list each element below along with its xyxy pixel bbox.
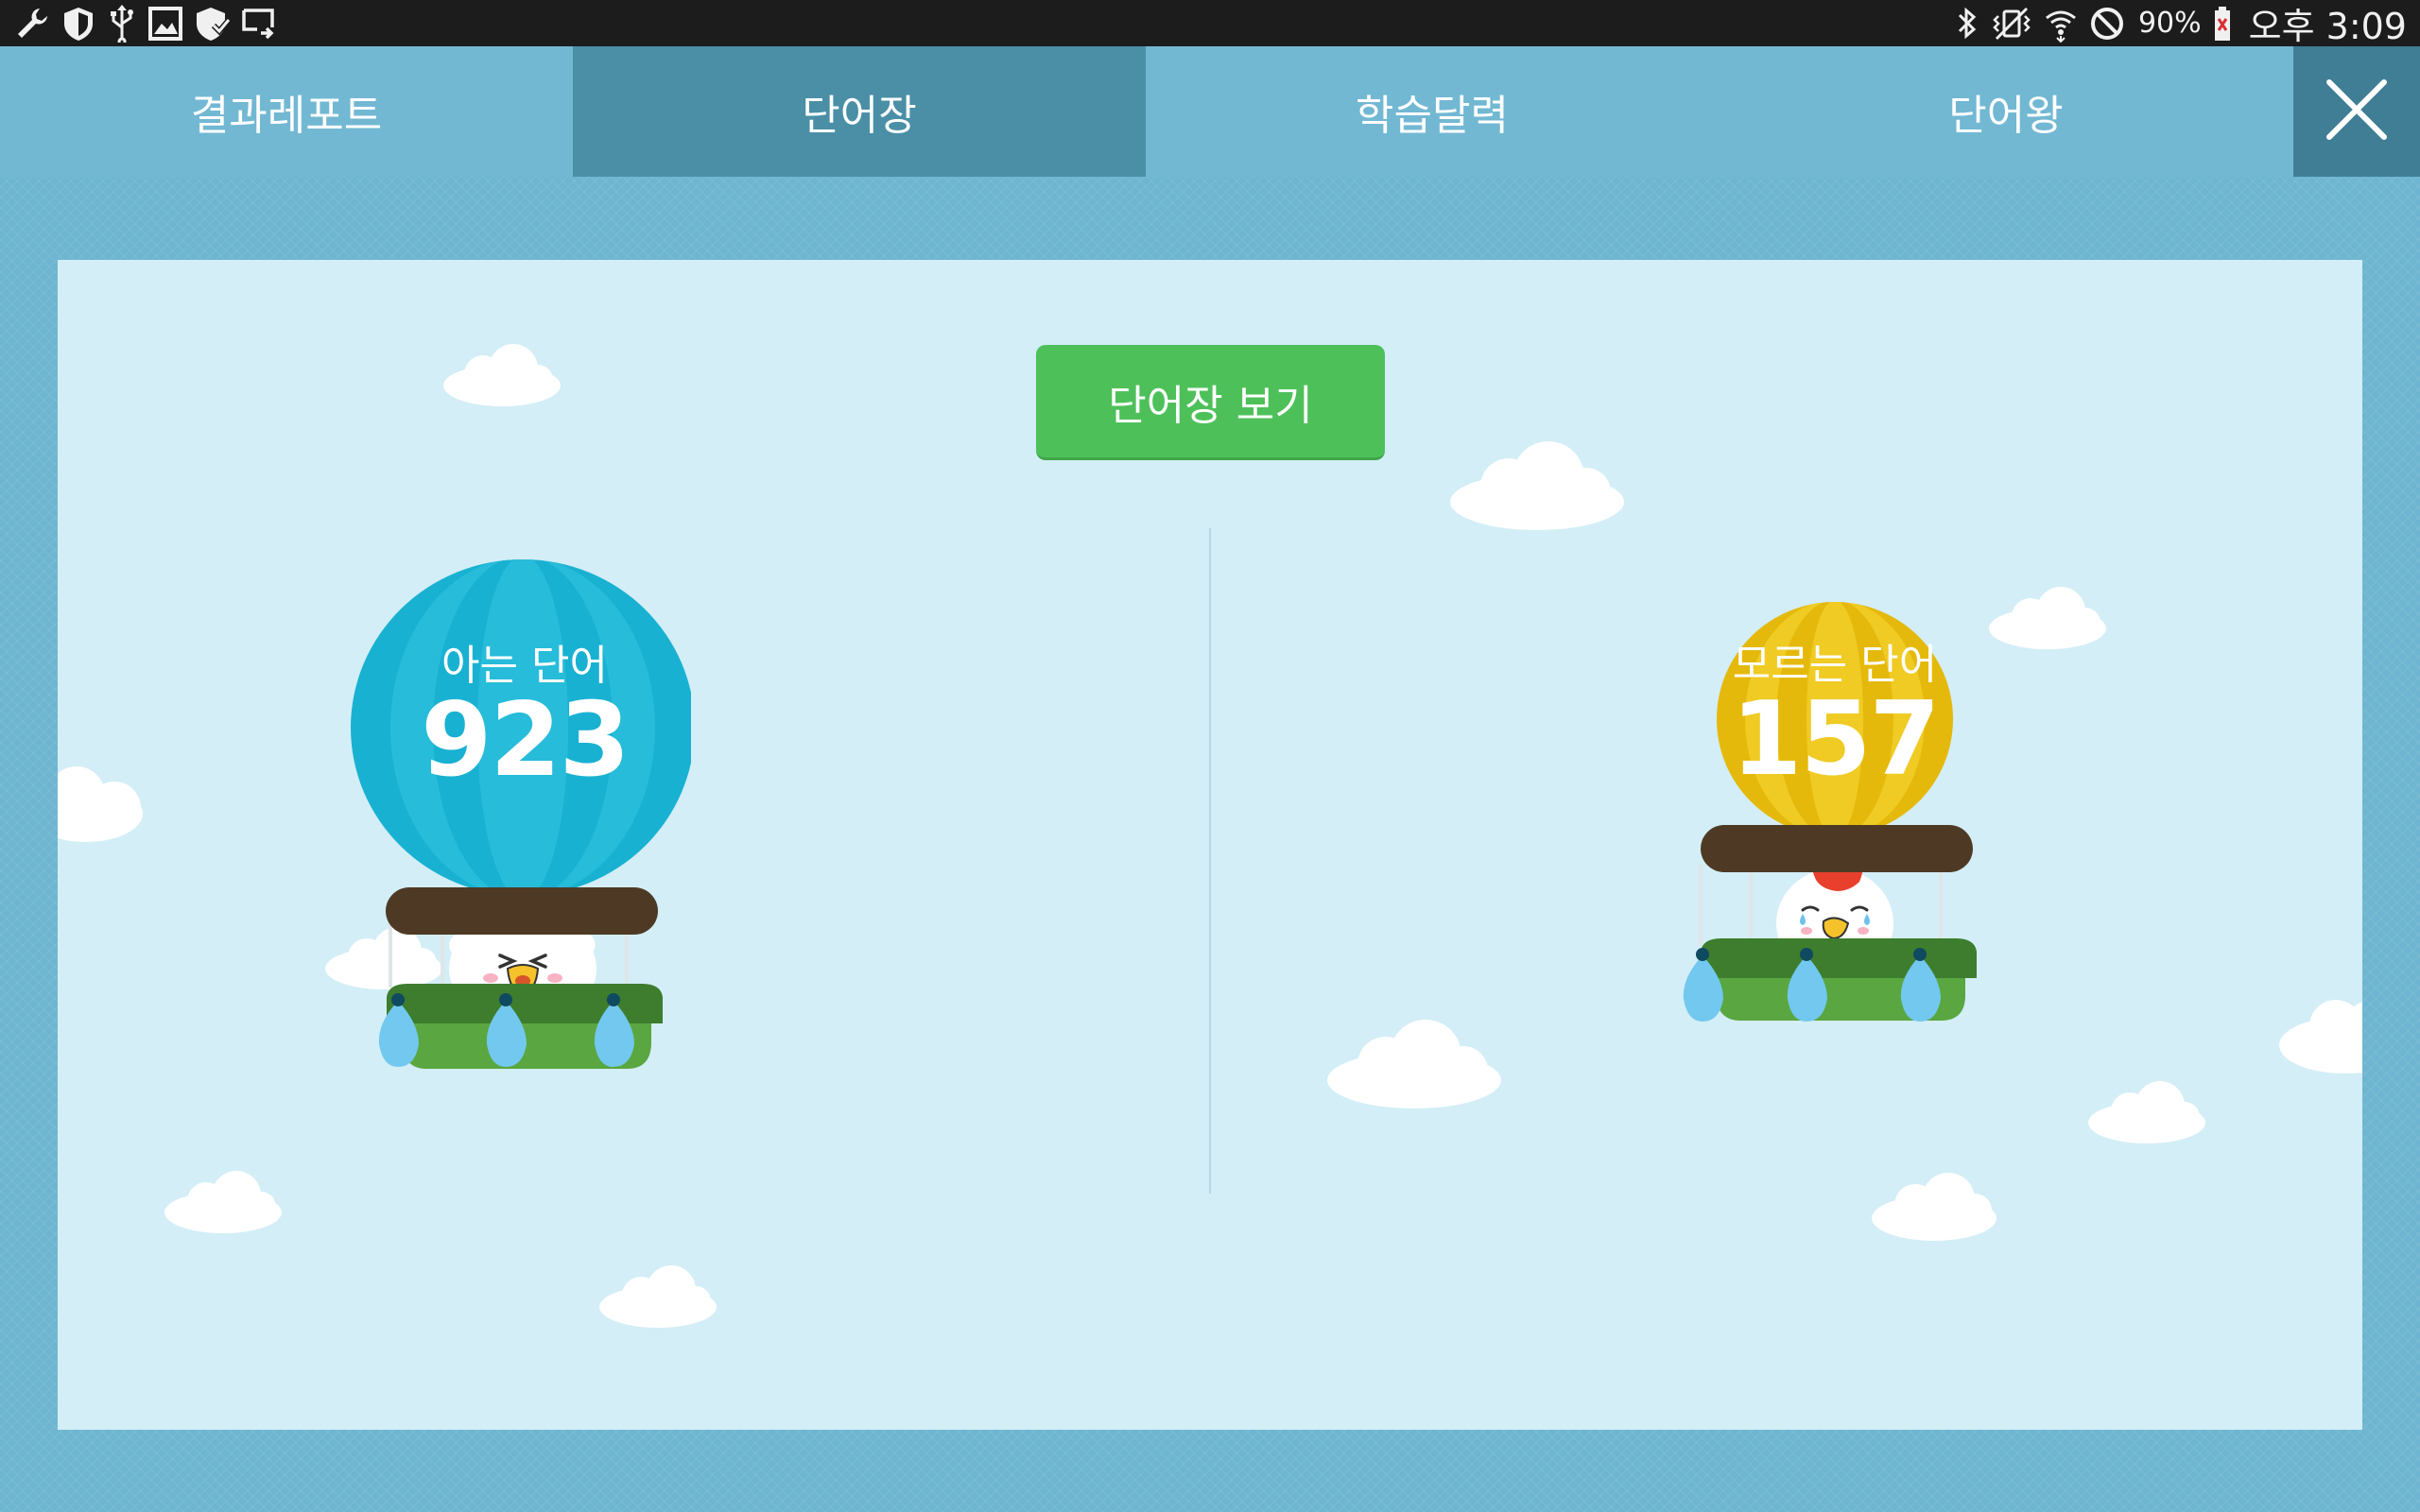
cloud-icon xyxy=(599,1265,717,1328)
screen-mirror-icon xyxy=(240,7,276,41)
clock: 오후 3:09 xyxy=(2248,6,2407,47)
status-bar: 90% 오후 3:09 xyxy=(0,0,2420,47)
view-wordbook-button[interactable]: 단어장 보기 xyxy=(1036,345,1385,460)
vibrate-icon xyxy=(1991,5,2032,43)
cloud-icon xyxy=(1327,1020,1501,1108)
cloud-icon xyxy=(2279,1000,2362,1074)
close-icon xyxy=(2324,77,2390,146)
cloud-icon xyxy=(443,344,561,406)
unknown-words-count: 157 xyxy=(1731,680,1940,799)
known-words-count: 923 xyxy=(421,681,630,799)
balloon-icon xyxy=(1683,602,1977,1022)
wifi-icon xyxy=(2044,5,2078,43)
close-button[interactable] xyxy=(2293,46,2420,177)
battery-percent: 90% xyxy=(2137,7,2202,40)
divider xyxy=(1209,528,1211,1194)
wordbook-panel: 단어장 보기 아는 단어 923 모르는 단어 157 xyxy=(58,260,2362,1430)
shield-check-icon xyxy=(193,5,231,43)
usb-icon xyxy=(106,5,138,43)
shield-icon xyxy=(60,5,96,43)
tab-wordbook[interactable]: 단어장 xyxy=(573,46,1146,177)
cloud-icon xyxy=(2088,1081,2205,1143)
tab-word-king[interactable]: 단어왕 xyxy=(1719,46,2293,177)
battery-icon xyxy=(2213,6,2232,42)
known-words-balloon[interactable]: 아는 단어 923 xyxy=(351,551,691,1165)
tab-bar: 결과레포트 단어장 학습달력 단어왕 xyxy=(0,46,2420,177)
cloud-icon xyxy=(1872,1173,1996,1241)
status-right-icons: 90% 오후 3:09 xyxy=(1955,0,2407,47)
status-left-icons xyxy=(13,4,276,43)
wrench-icon xyxy=(13,5,51,43)
bluetooth-icon xyxy=(1955,5,1979,43)
cloud-icon xyxy=(58,766,143,842)
cloud-icon xyxy=(1450,441,1624,530)
unknown-words-balloon[interactable]: 모르는 단어 157 xyxy=(1665,534,2005,1101)
tab-study-calendar[interactable]: 학습달력 xyxy=(1146,46,1719,177)
tab-result-report[interactable]: 결과레포트 xyxy=(0,46,573,177)
block-icon xyxy=(2089,6,2125,42)
cloud-icon xyxy=(164,1171,282,1233)
image-icon xyxy=(147,6,183,42)
